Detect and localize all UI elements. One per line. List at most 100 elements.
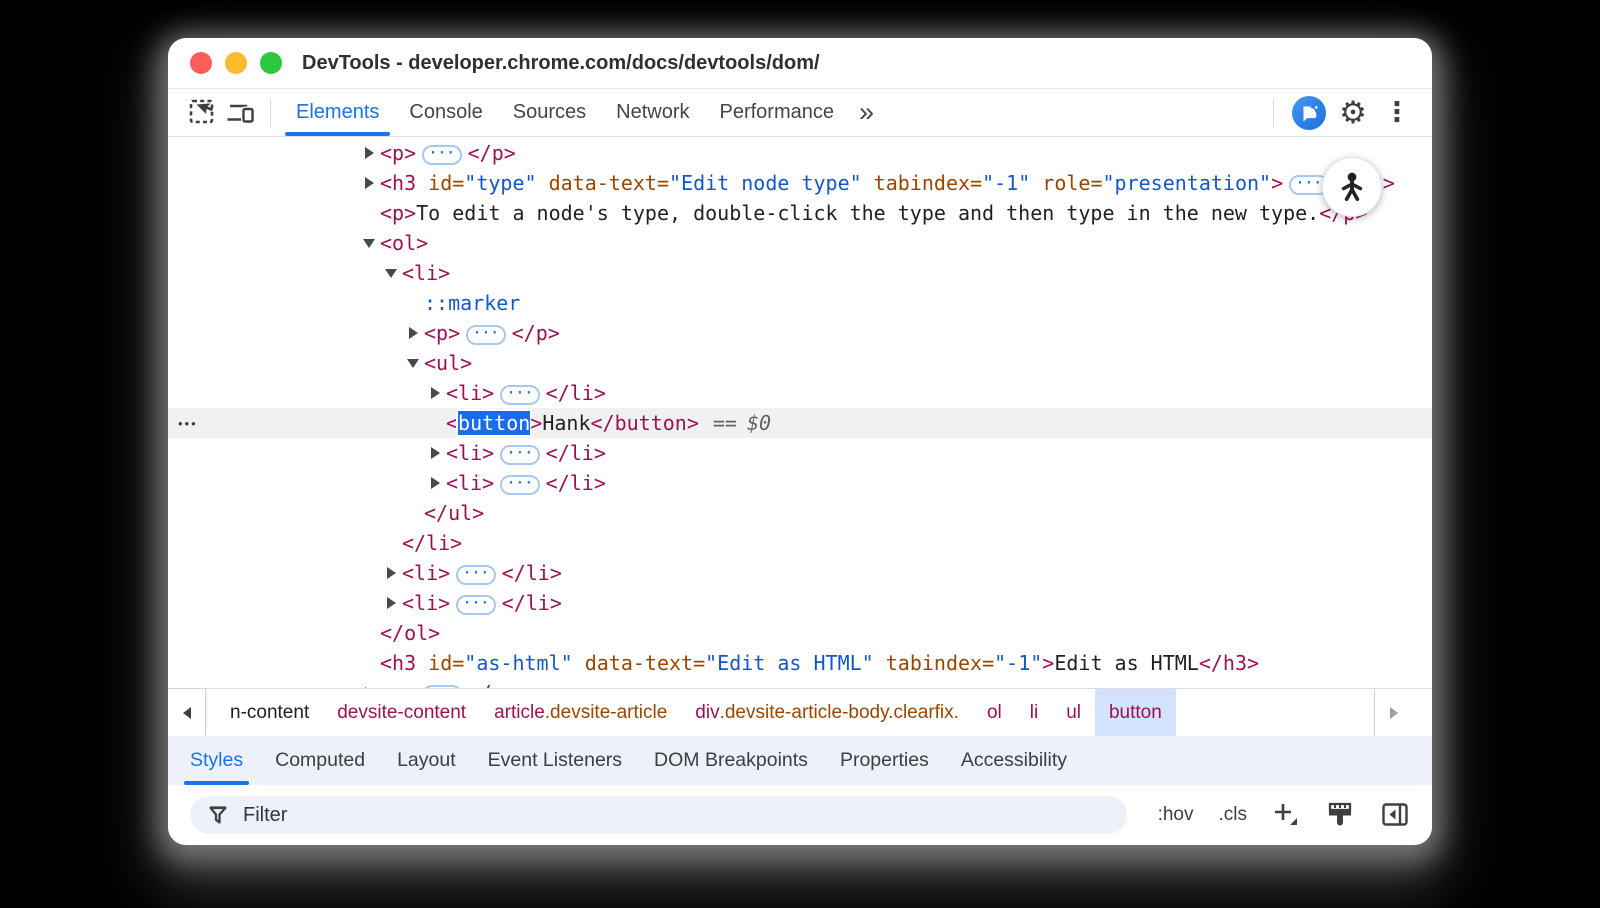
expand-arrow-icon[interactable] — [429, 378, 446, 408]
dom-tree-row[interactable]: <li>···</li> — [168, 468, 1432, 498]
expand-arrow-icon[interactable] — [429, 438, 446, 468]
settings-button[interactable]: ⚙ — [1334, 94, 1372, 132]
dom-tree-row[interactable]: <li>···</li> — [168, 558, 1432, 588]
dom-tree-row[interactable]: <p>To edit a node's type, double-click t… — [168, 198, 1432, 228]
code-token: $0 — [747, 411, 771, 435]
dom-tree-row[interactable]: </ul> — [168, 498, 1432, 528]
breadcrumb-item[interactable]: div.devsite-article-body.clearfix. — [681, 689, 973, 736]
breadcrumb-part: ol — [987, 702, 1002, 724]
breadcrumb-item[interactable]: article.devsite-article — [480, 689, 681, 736]
expand-arrow-icon[interactable] — [407, 318, 424, 348]
customize-menu-button[interactable]: ⋮ — [1378, 94, 1416, 132]
inline-ellipsis-icon[interactable]: ··· — [456, 595, 495, 615]
rendering-brush-button[interactable] — [1325, 800, 1355, 830]
breadcrumb-scroll-left-button[interactable] — [168, 689, 206, 736]
inline-ellipsis-icon[interactable]: ··· — [500, 445, 539, 465]
sidebar-tab-event-listeners[interactable]: Event Listeners — [472, 736, 638, 785]
dom-tree-row[interactable]: <ul> — [168, 348, 1432, 378]
window-title: DevTools - developer.chrome.com/docs/dev… — [302, 52, 820, 75]
breadcrumb-part: div — [695, 702, 719, 724]
tab-network[interactable]: Network — [601, 89, 704, 136]
breadcrumb-scroll-right-button[interactable] — [1374, 689, 1412, 736]
expand-arrow-icon[interactable] — [363, 678, 380, 688]
code-token: "as-html" — [464, 651, 572, 675]
tab-performance[interactable]: Performance — [705, 89, 850, 136]
sidebar-tab-styles[interactable]: Styles — [174, 736, 259, 785]
ai-assistance-button[interactable] — [1290, 94, 1328, 132]
sidebar-tab-layout[interactable]: Layout — [381, 736, 472, 785]
code-token: </li> — [546, 381, 606, 405]
breadcrumb-item[interactable]: li — [1016, 689, 1052, 736]
expand-arrow-icon[interactable] — [363, 138, 380, 168]
breadcrumb-item[interactable]: n-content — [216, 689, 323, 736]
dom-tree-row[interactable]: <li>···</li> — [168, 378, 1432, 408]
code-token: > — [530, 411, 542, 435]
code-token: "-1" — [982, 171, 1030, 195]
more-tabs-button[interactable]: » — [849, 97, 884, 128]
code-token: To edit a node's type, double-click the … — [416, 201, 1319, 225]
sidebar-tab-accessibility[interactable]: Accessibility — [945, 736, 1083, 785]
sidebar-tab-dom-breakpoints[interactable]: DOM Breakpoints — [638, 736, 824, 785]
dom-tree-row[interactable]: <p>···</p> — [168, 678, 1432, 688]
inline-ellipsis-icon[interactable]: ··· — [500, 475, 539, 495]
styles-filter-input[interactable]: Filter — [190, 796, 1127, 834]
expand-arrow-icon[interactable] — [407, 348, 424, 378]
sidebar-tab-properties[interactable]: Properties — [824, 736, 945, 785]
expand-arrow-icon[interactable] — [385, 258, 402, 288]
dom-tree-row[interactable]: <ol> — [168, 228, 1432, 258]
breadcrumb-part: button — [1109, 702, 1162, 724]
toolbar-right-divider — [1273, 99, 1274, 127]
dom-tree-row-selected[interactable]: •••<button>Hank</button>==$0 — [168, 408, 1432, 438]
expand-arrow-icon[interactable] — [363, 168, 380, 198]
tab-console[interactable]: Console — [394, 89, 497, 136]
dom-tree-row[interactable]: <h3 id="as-html" data-text="Edit as HTML… — [168, 648, 1432, 678]
breadcrumb-item[interactable]: ol — [973, 689, 1016, 736]
dom-tree-row[interactable]: <li>···</li> — [168, 438, 1432, 468]
expand-arrow-icon[interactable] — [363, 228, 380, 258]
sidebar-tab-computed[interactable]: Computed — [259, 736, 381, 785]
expand-arrow-icon[interactable] — [385, 588, 402, 618]
dom-tree-row[interactable]: </li> — [168, 528, 1432, 558]
dom-tree-row[interactable]: <li> — [168, 258, 1432, 288]
minimize-button[interactable] — [225, 52, 247, 74]
chevron-right-icon — [1390, 707, 1398, 719]
expand-arrow-icon[interactable] — [385, 558, 402, 588]
dom-tree-row[interactable]: <p>···</p> — [168, 138, 1432, 168]
new-style-rule-button[interactable] — [1272, 801, 1300, 829]
devtools-window: DevTools - developer.chrome.com/docs/dev… — [168, 38, 1432, 845]
inline-ellipsis-icon[interactable]: ··· — [422, 145, 461, 165]
inline-ellipsis-icon[interactable]: ··· — [456, 565, 495, 585]
code-token: "-1" — [994, 651, 1042, 675]
code-token: <p> — [380, 141, 416, 165]
tab-sources[interactable]: Sources — [498, 89, 601, 136]
device-toolbar-button[interactable] — [222, 94, 260, 132]
toggle-sidebar-button[interactable] — [1380, 800, 1410, 830]
toggle-element-state-button[interactable]: :hov — [1158, 804, 1194, 826]
arrow-spacer — [363, 618, 380, 648]
expand-arrow-icon[interactable] — [429, 468, 446, 498]
code-token: "Edit node type" — [669, 171, 862, 195]
dom-tree-row[interactable]: </ol> — [168, 618, 1432, 648]
title-bar: DevTools - developer.chrome.com/docs/dev… — [168, 38, 1432, 89]
dom-tree-row[interactable]: <p>···</p> — [168, 318, 1432, 348]
close-button[interactable] — [190, 52, 212, 74]
inline-ellipsis-icon[interactable]: ··· — [500, 385, 539, 405]
accessibility-overlay-button[interactable] — [1322, 157, 1382, 217]
row-options-dots-icon[interactable]: ••• — [178, 409, 198, 439]
editing-tag-name-field[interactable]: button — [456, 409, 532, 437]
zoom-button[interactable] — [260, 52, 282, 74]
dom-tree-row[interactable]: <li>···</li> — [168, 588, 1432, 618]
dom-tree: <p>···</p> <h3 id="type" data-text="Edit … — [168, 137, 1432, 688]
tab-elements[interactable]: Elements — [281, 89, 394, 136]
inspect-element-button[interactable] — [184, 94, 222, 132]
code-token: > — [1042, 651, 1054, 675]
device-toolbar-icon — [226, 98, 256, 128]
element-classes-button[interactable]: .cls — [1219, 804, 1248, 826]
code-token: <p> — [380, 201, 416, 225]
breadcrumb-item[interactable]: ul — [1052, 689, 1095, 736]
breadcrumb-item[interactable]: devsite-content — [323, 689, 480, 736]
inline-ellipsis-icon[interactable]: ··· — [466, 325, 505, 345]
dom-tree-row[interactable]: ::marker — [168, 288, 1432, 318]
breadcrumb-item-selected[interactable]: button — [1095, 689, 1176, 736]
dom-tree-row[interactable]: <h3 id="type" data-text="Edit node type"… — [168, 168, 1432, 198]
